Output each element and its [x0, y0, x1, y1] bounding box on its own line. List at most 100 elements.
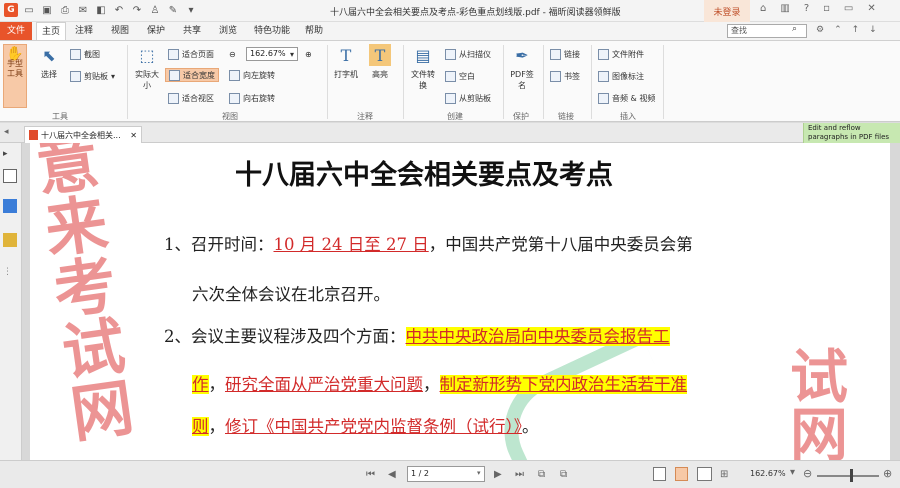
settings-icon[interactable]: ⚙	[816, 25, 824, 35]
print-icon[interactable]: ⎙	[58, 3, 72, 17]
stamp-icon[interactable]: ♙	[148, 3, 162, 17]
tab-help[interactable]: 帮助	[300, 22, 328, 40]
screenshot-button[interactable]: 截图	[70, 47, 100, 61]
tab-home[interactable]: 主页	[36, 22, 66, 40]
tab-browse[interactable]: 浏览	[214, 22, 242, 40]
group-label-insert: 插入	[620, 112, 636, 121]
arrow-down-icon[interactable]: ↓	[869, 25, 877, 35]
page-number-input[interactable]: 1 / 2	[407, 466, 485, 482]
pdf-file-icon	[29, 130, 38, 140]
pen-icon[interactable]: ✎	[166, 3, 180, 17]
zoom-menu-icon[interactable]: ▾	[790, 467, 795, 478]
zoom-slider-thumb[interactable]	[850, 469, 853, 482]
close-icon[interactable]: ✕	[867, 3, 875, 14]
image-annot-button[interactable]: 图像标注	[598, 69, 644, 83]
audio-video-button[interactable]: 音频 & 视频	[598, 91, 655, 105]
rotate-right-button[interactable]: 向右旋转	[229, 91, 275, 105]
save-icon[interactable]: ▣	[40, 3, 54, 17]
fit-view-button[interactable]: 适合视区	[168, 91, 214, 105]
prev-page-icon[interactable]: ◀	[388, 469, 396, 480]
next-page-icon[interactable]: ▶	[494, 469, 502, 480]
bookmark-button[interactable]: 书签	[550, 69, 580, 83]
text: 会议主要议程涉及四个方面：	[191, 327, 406, 346]
skin-icon[interactable]: ▥	[780, 3, 789, 14]
clipboard-icon	[70, 70, 81, 82]
help-icon[interactable]: ?	[804, 3, 809, 14]
edit-reflow-banner[interactable]: Edit and reflow paragraphs in PDF files	[803, 123, 900, 143]
tab-share[interactable]: 共享	[178, 22, 206, 40]
file-convert-label: 文件转换	[411, 70, 435, 90]
prev-view-icon[interactable]: ⧉	[538, 469, 545, 480]
pages-panel-icon[interactable]	[3, 169, 17, 183]
tab-file[interactable]: 文件	[0, 22, 32, 40]
rotate-left-label: 向左旋转	[243, 70, 275, 80]
continuous-facing-view-icon[interactable]: ⊞	[720, 469, 728, 480]
zoom-dropdown-icon[interactable]: ▾	[290, 47, 294, 61]
arrow-up-icon[interactable]: ↑	[852, 25, 860, 35]
pdf-sign-button[interactable]: ✒ PDF签名	[508, 44, 536, 91]
tab-view[interactable]: 视图	[106, 22, 134, 40]
select-button[interactable]: ⬉ 选择	[36, 44, 62, 80]
hand-tool-button[interactable]: ✋ 手型工具	[3, 44, 27, 108]
account-icon[interactable]: ⌂	[760, 3, 766, 14]
highlighted-text: 则	[192, 417, 209, 436]
zoom-out-icon[interactable]: ⊖	[803, 467, 812, 480]
tab-features[interactable]: 特色功能	[250, 22, 294, 40]
comments-panel-icon[interactable]	[3, 233, 17, 247]
fit-page-button[interactable]: 适合页面	[168, 47, 214, 61]
undo-icon[interactable]: ↶	[112, 3, 126, 17]
tab-comment[interactable]: 注释	[70, 22, 98, 40]
document-viewport[interactable]: 意来考试网 试网 十八届六中全会相关要点及考点 1、召开时间：10 月 24 日…	[22, 143, 900, 460]
document-tab-bar: ◂ 十八届六中全会相关... ✕ Edit and reflow paragra…	[0, 123, 900, 143]
layers-panel-icon[interactable]	[3, 199, 17, 213]
file-attach-button[interactable]: 文件附件	[598, 47, 644, 61]
zoom-level: 162.67%	[750, 469, 786, 478]
page-dropdown-icon[interactable]: ▾	[477, 469, 481, 477]
email-icon[interactable]: ✉	[76, 3, 90, 17]
search-icon[interactable]: ⌕	[792, 24, 797, 34]
divider	[127, 45, 128, 119]
restore-icon[interactable]: ▭	[844, 3, 853, 14]
paragraph-1-line-2: 六次全体会议在北京召开。	[192, 285, 390, 304]
tab-protect[interactable]: 保护	[142, 22, 170, 40]
zoom-in-icon[interactable]: ⊕	[305, 47, 312, 61]
rotate-left-icon	[229, 69, 240, 81]
actual-size-button[interactable]: ⬚ 实际大小	[133, 44, 161, 91]
document-tab-label: 十八届六中全会相关...	[41, 130, 121, 140]
minimize-icon[interactable]: ▫	[823, 3, 830, 14]
clipboard-button[interactable]: 剪贴板 ▾	[70, 69, 115, 83]
paragraph-2-line-3: 则，修订《中国共产党党内监督条例（试行）》。	[192, 413, 539, 437]
blank-button[interactable]: 空白	[445, 69, 475, 83]
document-tab[interactable]: 十八届六中全会相关... ✕	[24, 126, 142, 143]
first-page-icon[interactable]: ⏮	[366, 469, 375, 480]
facing-view-icon[interactable]	[697, 467, 712, 481]
rotate-left-button[interactable]: 向左旋转	[229, 68, 275, 82]
watermark-right: 试网	[790, 343, 849, 460]
typewriter-button[interactable]: T 打字机	[334, 44, 358, 80]
link-button[interactable]: 链接	[550, 47, 580, 61]
from-clipboard-button[interactable]: 从剪贴板	[445, 91, 491, 105]
tab-list-icon[interactable]: ◂	[4, 127, 9, 137]
highlight-button[interactable]: T 高亮	[368, 44, 392, 80]
text: 。	[522, 417, 539, 436]
single-page-view-icon[interactable]	[653, 467, 666, 481]
zoom-in-icon[interactable]: ⊕	[883, 467, 892, 480]
redo-icon[interactable]: ↷	[130, 3, 144, 17]
zoom-out-icon[interactable]: ⊖	[229, 47, 236, 61]
divider	[591, 45, 592, 119]
from-scanner-button[interactable]: 从扫描仪	[445, 47, 491, 61]
up-icon[interactable]: ⌃	[834, 25, 842, 35]
login-button[interactable]: 未登录	[704, 0, 750, 22]
fit-width-button[interactable]: 适合宽度	[165, 68, 219, 82]
grip-icon[interactable]: ⋮	[3, 267, 17, 281]
new-icon[interactable]: ◧	[94, 3, 108, 17]
last-page-icon[interactable]: ⏭	[515, 469, 524, 480]
close-tab-icon[interactable]: ✕	[130, 128, 137, 143]
next-view-icon[interactable]: ⧉	[560, 469, 567, 480]
continuous-view-icon[interactable]	[675, 467, 688, 481]
customize-icon[interactable]: ▾	[184, 3, 198, 17]
expand-panel-icon[interactable]: ▸	[3, 149, 17, 163]
open-icon[interactable]: ▭	[22, 3, 36, 17]
zoom-slider-track[interactable]	[817, 475, 879, 477]
file-convert-button[interactable]: ▤ 文件转换	[408, 44, 438, 91]
